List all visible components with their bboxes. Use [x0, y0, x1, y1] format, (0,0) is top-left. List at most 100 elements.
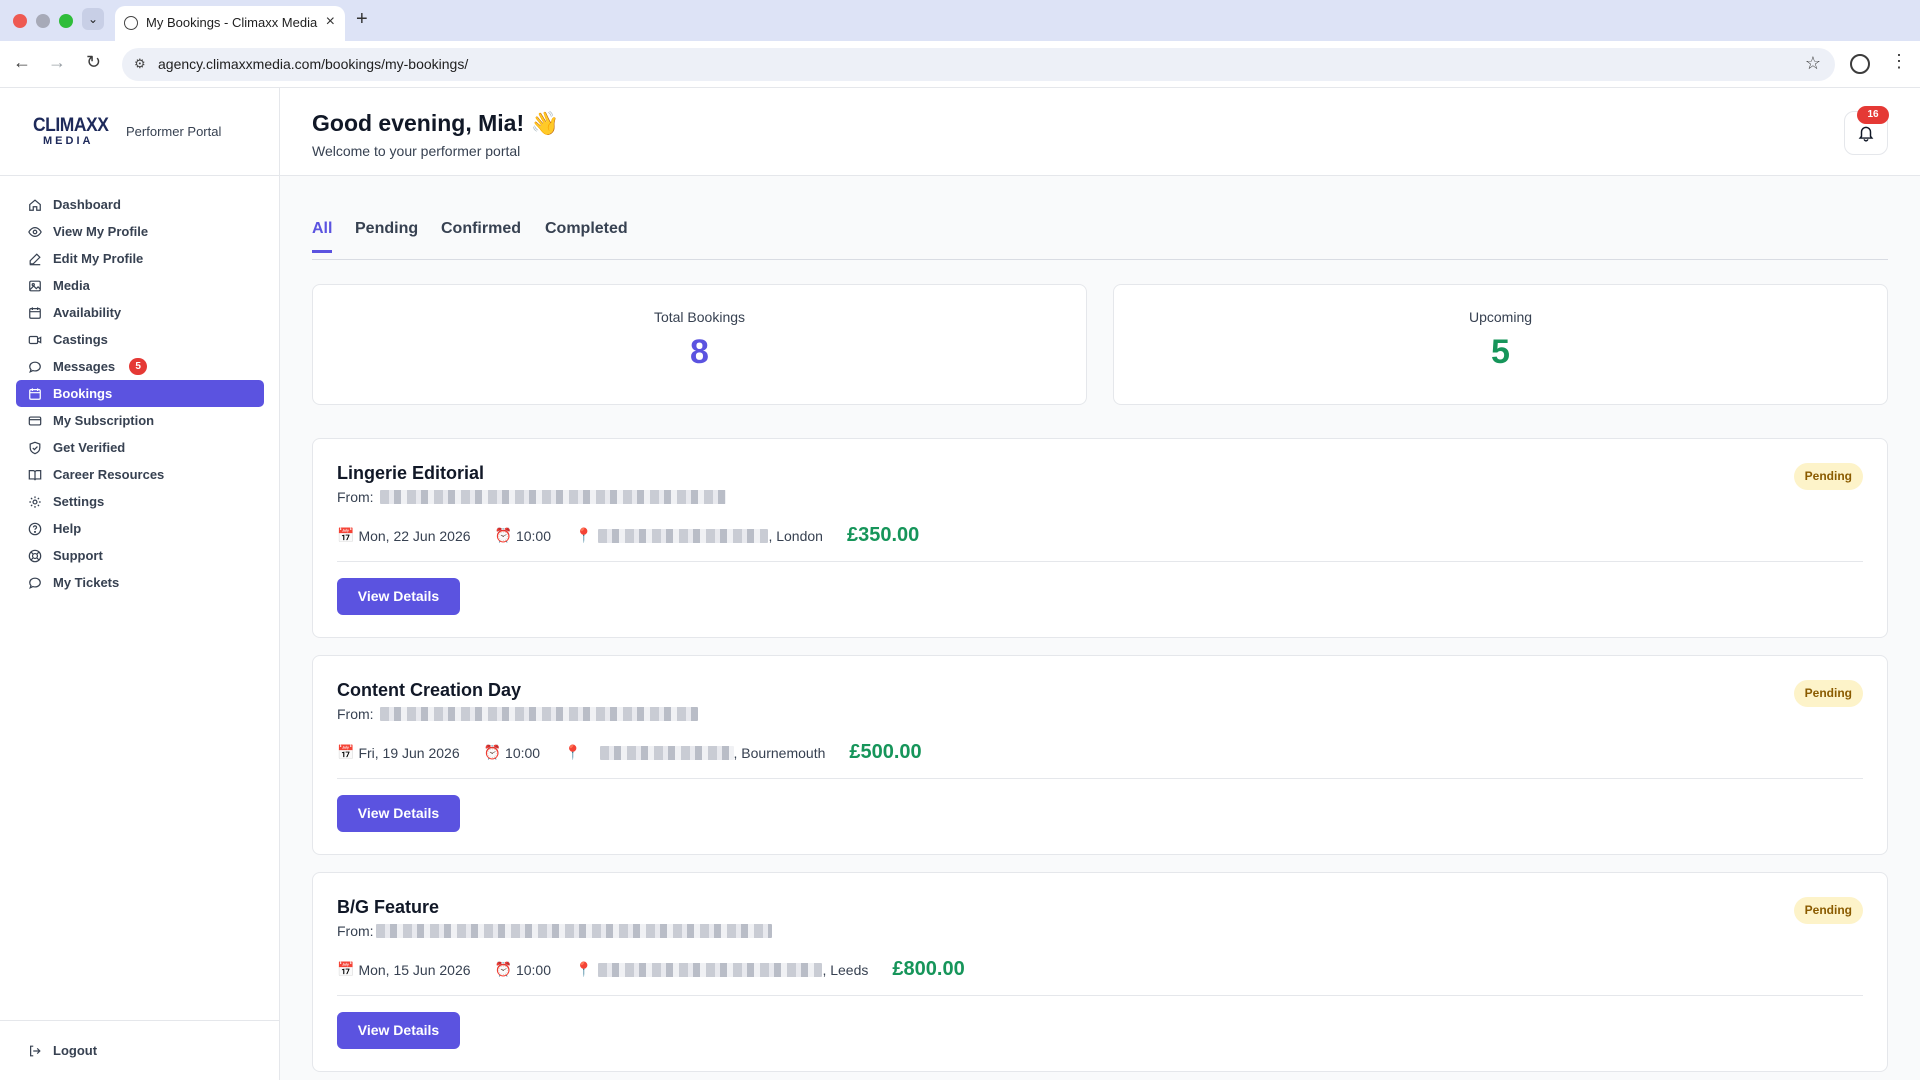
calendar-icon: 📅: [337, 961, 355, 977]
sidebar-item-castings[interactable]: Castings: [16, 326, 264, 353]
view-details-button[interactable]: View Details: [337, 795, 460, 832]
booking-meta: 📅 Mon, 15 Jun 2026 ⏰ 10:00 📍 , Leeds £80…: [337, 958, 965, 981]
booking-from: From:: [337, 489, 726, 505]
credit-card-icon: [28, 414, 42, 428]
bell-icon: [1858, 126, 1874, 142]
tab-completed[interactable]: Completed: [545, 220, 628, 250]
tab-title: My Bookings - Climaxx Media: [146, 15, 318, 30]
booking-card: Content Creation Day From: Pending 📅 Fri…: [312, 655, 1888, 855]
minimize-window-button[interactable]: [36, 14, 50, 28]
home-icon: [28, 198, 42, 212]
booking-from: From:: [337, 706, 698, 722]
alarm-clock-icon: ⏰: [483, 744, 502, 760]
sidebar-item-label: Castings: [53, 332, 108, 347]
sidebar-item-my-subscription[interactable]: My Subscription: [16, 407, 264, 434]
booking-time: 10:00: [515, 527, 552, 544]
close-tab-icon[interactable]: ×: [326, 13, 335, 31]
address-bar[interactable]: ⚙ agency.climaxxmedia.com/bookings/my-bo…: [122, 48, 1835, 81]
view-details-button[interactable]: View Details: [337, 578, 460, 615]
sidebar-item-get-verified[interactable]: Get Verified: [16, 434, 264, 461]
logout-button[interactable]: Logout: [28, 1043, 97, 1058]
sidebar-item-label: Bookings: [53, 386, 113, 401]
booking-title: Content Creation Day: [337, 680, 522, 700]
from-label: From:: [337, 706, 374, 722]
divider: [337, 995, 1863, 996]
booking-price: £350.00: [846, 524, 920, 546]
sidebar-item-edit-my-profile[interactable]: Edit My Profile: [16, 245, 264, 272]
booking-title: Lingerie Editorial: [337, 463, 485, 483]
booking-location-city: , Bournemouth: [733, 744, 826, 761]
bookmark-star-icon[interactable]: ☆: [1805, 53, 1821, 74]
sidebar-item-settings[interactable]: Settings: [16, 488, 264, 515]
sidebar-item-label: Media: [53, 278, 90, 293]
redacted-address: [598, 528, 769, 543]
book-icon: [28, 468, 42, 482]
alarm-clock-icon: ⏰: [494, 527, 512, 543]
back-arrow-icon[interactable]: ←: [13, 52, 31, 73]
portal-label: Performer Portal: [126, 124, 222, 139]
browser-menu-icon[interactable]: ⋮: [1890, 51, 1908, 72]
sidebar-item-media[interactable]: Media: [16, 272, 264, 299]
location-pin-icon: 📍: [575, 527, 593, 543]
climaxx-media-logo[interactable]: CLIMAXX MEDIA: [33, 116, 109, 147]
notification-count-badge: 16: [1857, 106, 1889, 124]
sidebar-item-label: My Subscription: [53, 413, 155, 428]
tab-search-chevron-icon[interactable]: ⌄: [82, 8, 104, 30]
profile-icon[interactable]: [1850, 54, 1870, 74]
globe-icon: [124, 16, 138, 30]
sidebar-item-dashboard[interactable]: Dashboard: [16, 191, 264, 218]
logout-label: Logout: [53, 1043, 98, 1058]
booking-card: B/G Feature From: Pending 📅 Mon, 15 Jun …: [312, 872, 1888, 1072]
view-details-button[interactable]: View Details: [337, 1012, 460, 1049]
new-tab-icon[interactable]: +: [356, 8, 368, 31]
sidebar-item-label: Settings: [53, 494, 105, 509]
tab-pending[interactable]: Pending: [355, 220, 418, 250]
sidebar-item-view-my-profile[interactable]: View My Profile: [16, 218, 264, 245]
sidebar-item-career-resources[interactable]: Career Resources: [16, 461, 264, 488]
sidebar-item-label: Get Verified: [53, 440, 126, 455]
booking-location-city: , Leeds: [822, 961, 869, 978]
sidebar-item-support[interactable]: Support: [16, 542, 264, 569]
sidebar-item-bookings[interactable]: Bookings: [16, 380, 264, 407]
sidebar-item-label: View My Profile: [53, 224, 149, 239]
url-text[interactable]: agency.climaxxmedia.com/bookings/my-book…: [158, 56, 468, 72]
booking-filter-tabs: All Pending Confirmed Completed: [312, 220, 1888, 260]
sidebar-item-help[interactable]: Help: [16, 515, 264, 542]
close-window-button[interactable]: [13, 14, 27, 28]
sidebar-item-availability[interactable]: Availability: [16, 299, 264, 326]
maximize-window-button[interactable]: [59, 14, 73, 28]
sidebar-item-label: Support: [53, 548, 103, 563]
sidebar-item-label: Availability: [53, 305, 122, 320]
sidebar-item-messages[interactable]: Messages 5: [16, 353, 264, 380]
calendar-icon: 📅: [337, 527, 355, 543]
messages-count-badge: 5: [129, 358, 148, 375]
redacted-client-name: [379, 490, 726, 504]
tab-all[interactable]: All: [312, 220, 333, 253]
shield-check-icon: [28, 441, 42, 455]
forward-arrow-icon[interactable]: →: [48, 52, 66, 73]
browser-tab[interactable]: My Bookings - Climaxx Media ×: [115, 6, 345, 41]
redacted-address: [598, 962, 823, 977]
total-bookings-label: Total Bookings: [653, 309, 746, 325]
booking-date: Mon, 15 Jun 2026: [358, 961, 471, 978]
booking-price: £500.00: [849, 741, 922, 763]
redacted-address: [599, 745, 734, 760]
status-badge: Pending: [1793, 897, 1863, 924]
location-pin-icon: 📍: [575, 961, 593, 977]
page-header: Good evening, Mia! 👋 Welcome to your per…: [280, 88, 1920, 176]
eye-icon: [28, 225, 42, 239]
tab-confirmed[interactable]: Confirmed: [441, 220, 521, 250]
reload-icon[interactable]: ↻: [86, 52, 101, 73]
booking-date: Mon, 22 Jun 2026: [358, 527, 471, 544]
logout-icon: [30, 1045, 41, 1056]
booking-meta: 📅 Fri, 19 Jun 2026 ⏰ 10:00 📍 , Bournemou…: [337, 741, 922, 764]
redacted-client-name: [375, 924, 772, 938]
sidebar-footer: Logout: [0, 1020, 279, 1080]
brand-header: CLIMAXX MEDIA Performer Portal: [0, 88, 279, 176]
sidebar-menu: Dashboard View My Profile Edit My Profil…: [16, 191, 264, 596]
alarm-clock-icon: ⏰: [494, 961, 512, 977]
location-pin-icon: 📍: [564, 744, 582, 760]
divider: [337, 778, 1863, 779]
sidebar-item-my-tickets[interactable]: My Tickets: [16, 569, 264, 596]
site-settings-icon[interactable]: ⚙: [134, 56, 146, 72]
